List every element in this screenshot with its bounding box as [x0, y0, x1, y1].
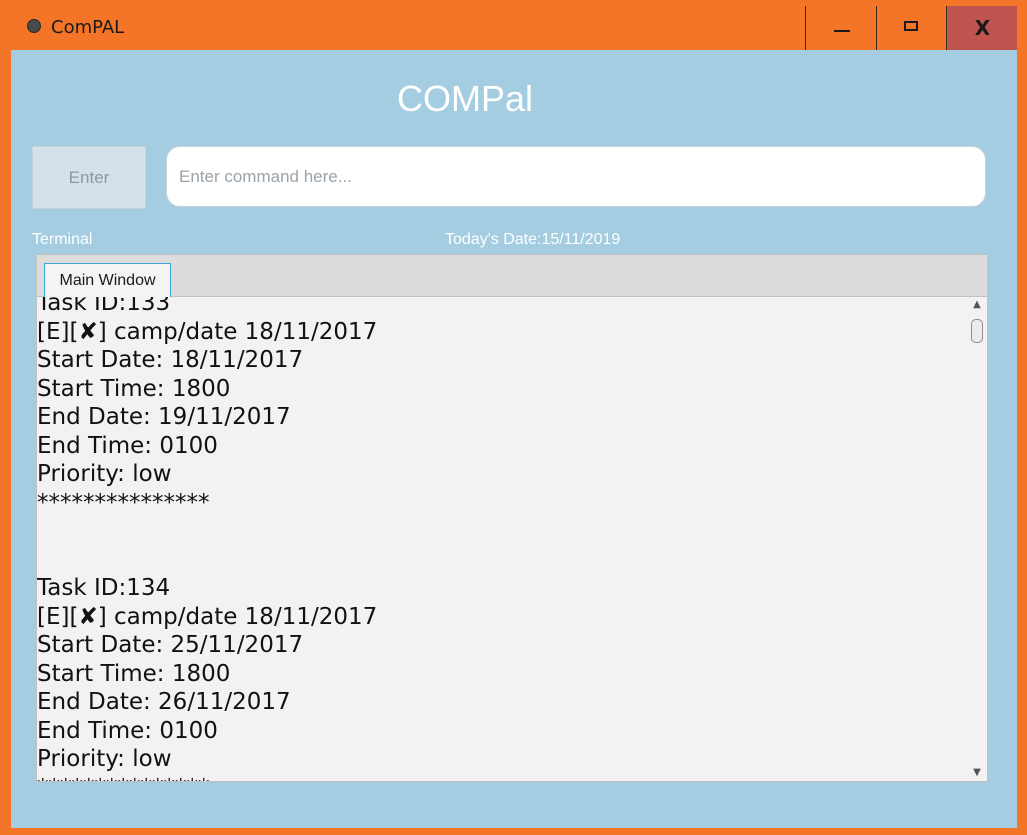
scroll-up-arrow-icon[interactable]: ▲ — [967, 297, 987, 313]
minimize-icon — [834, 30, 850, 32]
terminal-line: Start Time: 1800 — [37, 660, 231, 687]
terminal-line: Priority: low — [37, 746, 172, 772]
tab-main-window[interactable]: Main Window — [44, 263, 171, 297]
terminal-line: *************** — [37, 489, 210, 516]
window-title: ComPAL — [51, 17, 125, 38]
terminal-output[interactable]: Task ID:133 [E][✘] camp/date 18/11/2017 St… — [37, 297, 967, 781]
terminal-line: Priority: low — [37, 461, 172, 487]
terminal-line: End Date: 26/11/2017 — [37, 689, 291, 715]
terminal-line: End Time: 0100 — [37, 717, 218, 744]
terminal-tab-pane: Main Window Task ID:133 [E][✘] camp/date … — [36, 254, 988, 782]
maximize-button[interactable] — [876, 6, 947, 50]
enter-button[interactable]: Enter — [32, 146, 146, 209]
main-content-area: COMPal Enter Terminal Today's Date:15/11… — [11, 50, 1017, 828]
maximize-icon — [904, 21, 918, 31]
scrollbar-thumb[interactable] — [971, 319, 983, 343]
terminal-line: Start Date: 25/11/2017 — [37, 632, 304, 658]
terminal-label: Terminal — [32, 231, 93, 248]
command-input[interactable] — [166, 146, 986, 207]
tab-header: Main Window — [37, 255, 987, 297]
terminal-line: [E][✘] camp/date 18/11/2017 — [37, 603, 378, 630]
terminal-lines: Task ID:133 [E][✘] camp/date 18/11/2017 St… — [37, 297, 377, 781]
terminal-line: End Date: 19/11/2017 — [37, 404, 291, 430]
window-titlebar[interactable]: ComPAL X — [0, 0, 1027, 50]
terminal-line: End Time: 0100 — [37, 432, 218, 459]
scroll-down-arrow-icon[interactable]: ▼ — [967, 765, 987, 781]
minimize-button[interactable] — [805, 6, 877, 50]
todays-date-label: Today's Date:15/11/2019 — [445, 231, 621, 248]
app-logo-icon — [27, 19, 41, 33]
terminal-line: [E][✘] camp/date 18/11/2017 — [37, 318, 378, 345]
terminal-line: Start Date: 18/11/2017 — [37, 347, 304, 373]
app-title: COMPal — [396, 78, 534, 119]
terminal-line: Task ID:134 — [37, 575, 171, 601]
close-button[interactable]: X — [946, 6, 1017, 50]
terminal-line: Start Time: 1800 — [37, 375, 231, 402]
vertical-scrollbar[interactable]: ▲ ▼ — [967, 297, 987, 781]
terminal-line: Task ID:133 — [37, 297, 171, 316]
close-icon: X — [974, 16, 991, 40]
terminal-line: *************** — [37, 774, 377, 782]
